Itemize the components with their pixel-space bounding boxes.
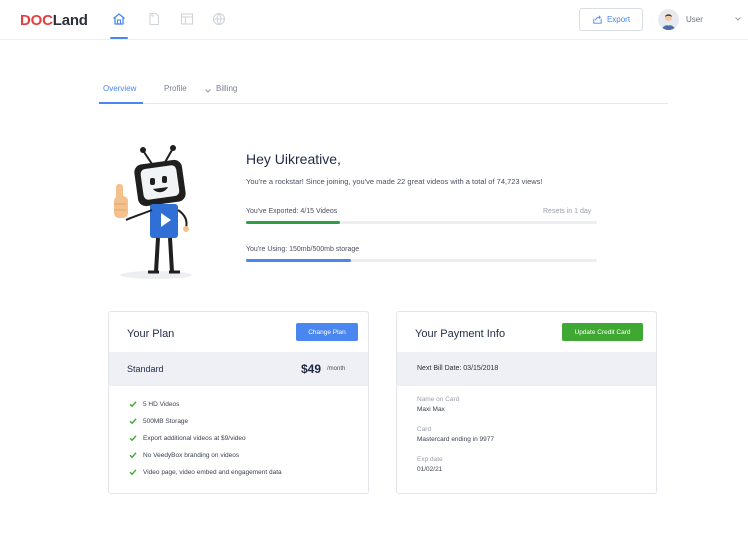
plan-summary-band: Standard $49 /month xyxy=(109,352,368,386)
export-label: Export xyxy=(606,15,631,24)
card-label: Card xyxy=(417,426,432,433)
plan-name: Standard xyxy=(127,364,164,374)
plan-feature-text: 500MB Storage xyxy=(143,417,189,425)
plan-feature: No VeedyBox branding on videos xyxy=(129,450,239,460)
export-icon xyxy=(593,15,602,24)
plan-feature-text: No VeedyBox branding on videos xyxy=(143,451,240,459)
plan-feature: 5 HD Videos xyxy=(129,399,179,409)
plan-feature: Export additional videos at $9/video xyxy=(129,433,246,443)
check-icon xyxy=(129,401,137,408)
check-icon xyxy=(129,469,137,476)
storage-usage-label: You're Using: 150mb/500mb storage xyxy=(246,246,360,253)
tab-profile[interactable]: Profile xyxy=(164,84,187,93)
plan-card: Your Plan Change Plan Standard $49 /mont… xyxy=(108,311,369,494)
plan-feature: Video page, video embed and engagement d… xyxy=(129,467,282,477)
home-icon[interactable] xyxy=(111,11,127,27)
export-button[interactable]: Export xyxy=(579,8,643,31)
plan-period: /month xyxy=(327,366,346,372)
plan-price: $49 xyxy=(301,362,322,376)
greeting-subtitle: You're a rockstar! Since joining, you've… xyxy=(246,177,543,186)
plan-feature: 500MB Storage xyxy=(129,416,188,426)
tab-active-underline xyxy=(99,102,143,104)
tab-bar: Overview Profile Billing xyxy=(99,84,668,104)
nav-active-indicator xyxy=(110,37,128,39)
user-name[interactable]: User xyxy=(686,15,703,24)
tab-overview[interactable]: Overview xyxy=(103,84,136,93)
tv-mascot-illustration xyxy=(114,145,192,279)
change-plan-button[interactable]: Change Plan xyxy=(296,323,358,341)
update-credit-card-button[interactable]: Update Credit Card xyxy=(562,323,643,341)
storage-progress-bar xyxy=(246,259,597,262)
exp-date-label: Exp date xyxy=(417,456,443,463)
chevron-down-icon[interactable] xyxy=(734,15,742,23)
payment-card: Your Payment Info Update Credit Card Nex… xyxy=(396,311,657,494)
globe-icon[interactable] xyxy=(211,11,227,27)
plan-feature-text: Video page, video embed and engagement d… xyxy=(143,468,282,476)
logo-part-doc: DOC xyxy=(20,12,53,29)
export-progress-fill xyxy=(246,221,340,224)
name-on-card-value: Maxi Max xyxy=(417,406,445,413)
billing-summary-band: Next Bill Date: 03/15/2018 xyxy=(397,352,656,386)
export-progress-bar xyxy=(246,221,597,224)
check-icon xyxy=(129,418,137,425)
name-on-card-label: Name on Card xyxy=(417,396,460,403)
app-logo[interactable]: DOCLand xyxy=(20,12,88,29)
check-icon xyxy=(129,435,137,442)
chevron-down-icon[interactable] xyxy=(204,88,212,94)
export-reset-note: Resets in 1 day xyxy=(543,208,592,215)
next-bill-date: Next Bill Date: 03/15/2018 xyxy=(417,365,499,372)
export-usage-label: You've Exported: 4/15 Videos xyxy=(246,208,338,215)
plan-feature-text: Export additional videos at $9/video xyxy=(143,434,246,442)
plan-card-title: Your Plan xyxy=(127,328,175,340)
tag-icon[interactable] xyxy=(146,11,162,27)
payment-card-title: Your Payment Info xyxy=(415,328,506,340)
greeting-heading: Hey Uikreative, xyxy=(246,151,341,167)
plan-feature-text: 5 HD Videos xyxy=(143,400,180,408)
logo-part-land: Land xyxy=(52,12,88,29)
storage-progress-fill xyxy=(246,259,352,262)
top-bar: DOCLand Export User xyxy=(0,0,748,40)
exp-date-value: 01/02/21 xyxy=(417,466,443,473)
card-value: Mastercard ending in 9977 xyxy=(417,436,494,443)
avatar[interactable] xyxy=(658,9,679,30)
tab-billing[interactable]: Billing xyxy=(216,84,237,93)
check-icon xyxy=(129,452,137,459)
layout-icon[interactable] xyxy=(179,11,195,27)
